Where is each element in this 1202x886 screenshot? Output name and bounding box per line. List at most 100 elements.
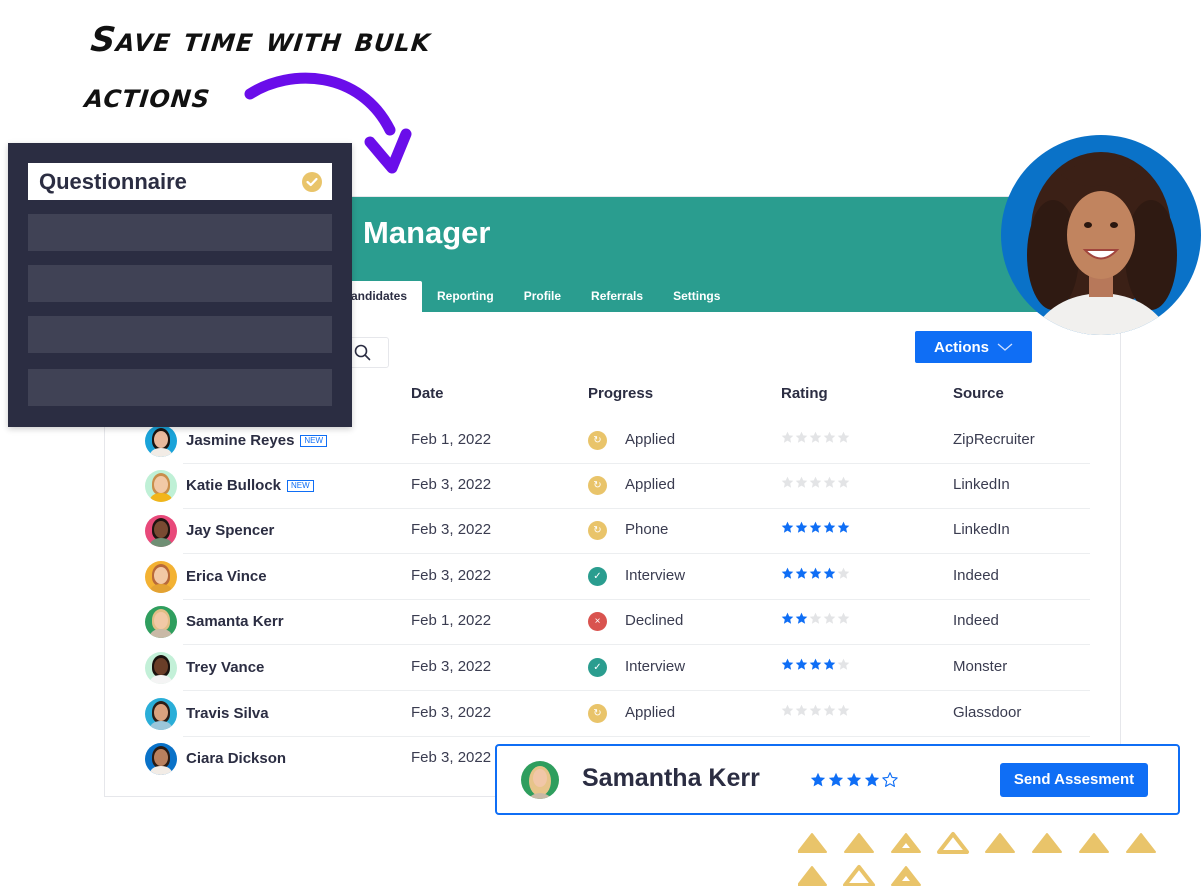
column-header-date[interactable]: Date [411, 385, 444, 402]
column-header-rating[interactable]: Rating [781, 385, 828, 402]
star-empty-icon[interactable] [809, 476, 822, 489]
status-applied-icon: ↻ [588, 521, 607, 540]
star-empty-icon[interactable] [837, 612, 850, 625]
star-icon[interactable] [864, 772, 880, 788]
star-icon[interactable] [882, 772, 898, 788]
menu-item-placeholder[interactable] [28, 214, 332, 251]
candidate-name: Samantha Kerr [582, 764, 760, 792]
star-icon[interactable] [795, 612, 808, 625]
star-icon[interactable] [810, 772, 826, 788]
candidate-date: Feb 1, 2022 [411, 431, 492, 448]
column-header-progress[interactable]: Progress [588, 385, 653, 402]
menu-item-questionnaire[interactable]: Questionnaire [28, 163, 332, 200]
avatar [145, 698, 177, 730]
star-empty-icon[interactable] [837, 704, 850, 717]
star-icon[interactable] [828, 772, 844, 788]
star-empty-icon[interactable] [809, 431, 822, 444]
check-circle-icon [302, 172, 322, 192]
candidate-name[interactable]: Ciara Dickson [186, 750, 286, 767]
star-icon[interactable] [781, 567, 794, 580]
candidate-progress: Interview [625, 567, 686, 584]
table-row[interactable]: Samanta Kerr Feb 1, 2022 × Declined Indee… [145, 599, 1090, 645]
candidate-name[interactable]: Jasmine Reyes NEW [186, 432, 328, 449]
star-icon[interactable] [809, 658, 822, 671]
triangle-icon [798, 833, 827, 853]
star-empty-icon[interactable] [795, 704, 808, 717]
selected-candidate-bar: Samantha Kerr Send Assesment [495, 744, 1180, 815]
avatar [145, 470, 177, 502]
star-empty-icon[interactable] [823, 431, 836, 444]
profile-photo [1001, 135, 1201, 335]
table-row[interactable]: Katie Bullock NEW Feb 3, 2022 ↻ Applied Li… [145, 463, 1090, 509]
menu-item-placeholder[interactable] [28, 316, 332, 353]
status-applied-icon: ↻ [588, 476, 607, 495]
candidate-name[interactable]: Erica Vince [186, 568, 267, 585]
tab-settings[interactable]: Settings [658, 281, 735, 312]
star-icon[interactable] [809, 521, 822, 534]
status-declined-icon: × [588, 612, 607, 631]
tab-referrals[interactable]: Referrals [576, 281, 658, 312]
star-empty-icon[interactable] [781, 431, 794, 444]
star-empty-icon[interactable] [837, 431, 850, 444]
star-empty-icon[interactable] [823, 704, 836, 717]
star-icon[interactable] [837, 521, 850, 534]
candidate-rating[interactable] [781, 612, 850, 625]
star-icon[interactable] [823, 567, 836, 580]
candidate-rating[interactable] [781, 431, 850, 444]
candidate-name[interactable]: Jay Spencer [186, 522, 274, 539]
menu-item-label: Questionnaire [39, 169, 187, 194]
star-icon[interactable] [781, 612, 794, 625]
star-icon[interactable] [809, 567, 822, 580]
star-icon[interactable] [795, 658, 808, 671]
table-row[interactable]: Travis Silva Feb 3, 2022 ↻ Applied Glassd… [145, 691, 1090, 737]
star-empty-icon[interactable] [795, 431, 808, 444]
actions-dropdown-button[interactable]: Actions [915, 331, 1032, 363]
star-empty-icon[interactable] [823, 612, 836, 625]
column-header-source[interactable]: Source [953, 385, 1004, 402]
menu-item-placeholder[interactable] [28, 369, 332, 406]
menu-item-placeholder[interactable] [28, 265, 332, 302]
table-row[interactable]: Jay Spencer Feb 3, 2022 ↻ Phone LinkedIn [145, 508, 1090, 554]
star-empty-icon[interactable] [809, 704, 822, 717]
candidate-rating[interactable] [781, 658, 850, 671]
candidate-rating[interactable] [781, 521, 850, 534]
status-applied-icon: ↻ [588, 704, 607, 723]
candidate-rating[interactable] [781, 476, 850, 489]
candidate-rating[interactable] [781, 704, 850, 717]
star-empty-icon[interactable] [837, 658, 850, 671]
woman-portrait-icon [1027, 152, 1177, 335]
search-icon [354, 344, 371, 361]
tab-reporting[interactable]: Reporting [422, 281, 509, 312]
avatar [145, 743, 177, 775]
star-empty-icon[interactable] [837, 567, 850, 580]
candidate-name[interactable]: Travis Silva [186, 705, 269, 722]
candidate-rating[interactable] [810, 772, 898, 788]
candidate-progress: Applied [625, 704, 676, 721]
send-assessment-button[interactable]: Send Assesment [1000, 763, 1148, 797]
star-empty-icon[interactable] [809, 612, 822, 625]
star-icon[interactable] [795, 521, 808, 534]
candidate-source: LinkedIn [953, 476, 1010, 493]
star-empty-icon[interactable] [837, 476, 850, 489]
star-empty-icon[interactable] [781, 476, 794, 489]
candidate-date: Feb 3, 2022 [411, 704, 492, 721]
candidate-name[interactable]: Samanta Kerr [186, 613, 284, 630]
star-empty-icon[interactable] [781, 704, 794, 717]
star-empty-icon[interactable] [823, 476, 836, 489]
candidate-rating[interactable] [781, 567, 850, 580]
candidate-date: Feb 1, 2022 [411, 612, 492, 629]
candidate-name[interactable]: Trey Vance [186, 659, 264, 676]
candidate-name[interactable]: Katie Bullock NEW [186, 477, 314, 494]
star-icon[interactable] [823, 658, 836, 671]
star-icon[interactable] [781, 521, 794, 534]
triangle-icon [843, 865, 875, 886]
star-empty-icon[interactable] [795, 476, 808, 489]
tab-profile[interactable]: Profile [509, 281, 576, 312]
star-icon[interactable] [846, 772, 862, 788]
star-icon[interactable] [781, 658, 794, 671]
table-row[interactable]: Erica Vince Feb 3, 2022 ✓ Interview Indee… [145, 554, 1090, 600]
star-icon[interactable] [795, 567, 808, 580]
table-row[interactable]: Trey Vance Feb 3, 2022 ✓ Interview Monste… [145, 645, 1090, 691]
candidate-source: Indeed [953, 567, 999, 584]
star-icon[interactable] [823, 521, 836, 534]
